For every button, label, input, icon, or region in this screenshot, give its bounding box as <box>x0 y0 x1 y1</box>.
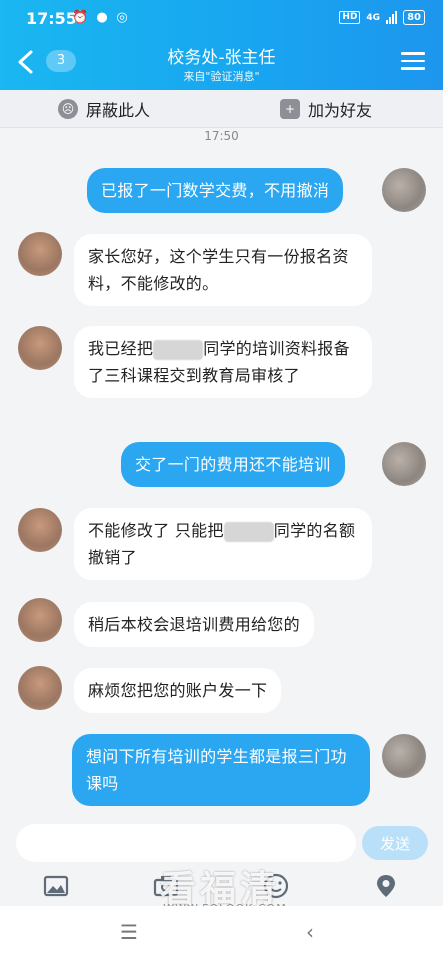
status-time: 17:55 <box>26 9 77 28</box>
page-title: 校务处-张主任 <box>167 48 276 68</box>
redacted-name <box>223 521 274 542</box>
menu-nav-icon[interactable]: ☰ <box>120 920 138 944</box>
message-text: 稍后本校会退培训费用给您的 <box>88 615 300 634</box>
alarm-icon: ⏰ <box>72 10 89 25</box>
header-bar: 17:55 ⏰ ● ◎ HD 4G 80 3 校务处-张主任 来自"验证消息" <box>0 0 443 90</box>
message-text-before: 我已经把 <box>88 339 154 358</box>
contact-avatar[interactable] <box>18 508 62 552</box>
message-text: 麻烦您把您的账户发一下 <box>88 681 268 700</box>
hd-icon: HD <box>339 11 361 24</box>
back-nav-icon[interactable]: ‹ <box>306 920 314 944</box>
system-nav-bar: ☰ ‹ <box>0 906 443 960</box>
message-bubble-in[interactable]: 麻烦您把您的账户发一下 <box>74 668 282 713</box>
status-bar: 17:55 ⏰ ● ◎ HD 4G 80 <box>0 0 443 38</box>
message-timestamp: 17:50 <box>204 129 239 143</box>
send-button[interactable]: 发送 <box>362 826 428 860</box>
contact-avatar[interactable] <box>18 326 62 370</box>
redacted-name <box>153 339 204 360</box>
add-friend-icon: + <box>280 99 300 119</box>
menu-button[interactable] <box>401 52 425 70</box>
message-bubble-out[interactable]: 想问下所有培训的学生都是报三门功课吗 <box>72 734 370 806</box>
message-text: 想问下所有培训的学生都是报三门功课吗 <box>86 747 347 793</box>
network-label: 4G <box>366 12 381 23</box>
message-text: 家长您好，这个学生只有一份报名资料，不能修改的。 <box>88 247 349 293</box>
message-bubble-in[interactable]: 稍后本校会退培训费用给您的 <box>74 602 314 647</box>
block-icon: ☹ <box>58 99 78 119</box>
message-text: 交了一门的费用还不能培训 <box>135 455 331 474</box>
my-avatar[interactable] <box>382 442 426 486</box>
message-input[interactable] <box>16 824 356 862</box>
message-bubble-in[interactable]: 不能修改了 只能把 同学的名额撤销了 <box>74 508 372 580</box>
location-icon[interactable] <box>372 872 400 900</box>
browser-icon: ◎ <box>116 10 128 25</box>
page-subtitle: 来自"验证消息" <box>183 70 260 83</box>
message-text-before: 不能修改了 只能把 <box>88 521 224 540</box>
contact-avatar[interactable] <box>18 232 62 276</box>
add-friend-button[interactable]: + 加为好友 <box>280 90 372 128</box>
message-bubble-in[interactable]: 家长您好，这个学生只有一份报名资料，不能修改的。 <box>74 234 372 306</box>
message-bubble-in[interactable]: 我已经把 同学的培训资料报备了三科课程交到教育局审核了 <box>74 326 372 398</box>
wechat-icon: ● <box>96 10 108 25</box>
signal-icon <box>386 11 398 24</box>
my-avatar[interactable] <box>382 734 426 778</box>
contact-avatar[interactable] <box>18 598 62 642</box>
block-user-button[interactable]: ☹ 屏蔽此人 <box>58 90 150 128</box>
block-label: 屏蔽此人 <box>86 101 151 120</box>
contact-avatar[interactable] <box>18 666 62 710</box>
add-friend-label: 加为好友 <box>308 101 373 120</box>
battery-icon: 80 <box>403 10 425 25</box>
image-icon[interactable] <box>42 872 70 900</box>
message-text: 已报了一门数学交费，不用撤消 <box>101 181 330 200</box>
message-bubble-out[interactable]: 已报了一门数学交费，不用撤消 <box>87 168 344 213</box>
status-right: HD 4G 80 <box>339 10 425 25</box>
message-bubble-out[interactable]: 交了一门的费用还不能培训 <box>121 442 345 487</box>
my-avatar[interactable] <box>382 168 426 212</box>
action-bar: ☹ 屏蔽此人 + 加为好友 <box>0 90 443 128</box>
